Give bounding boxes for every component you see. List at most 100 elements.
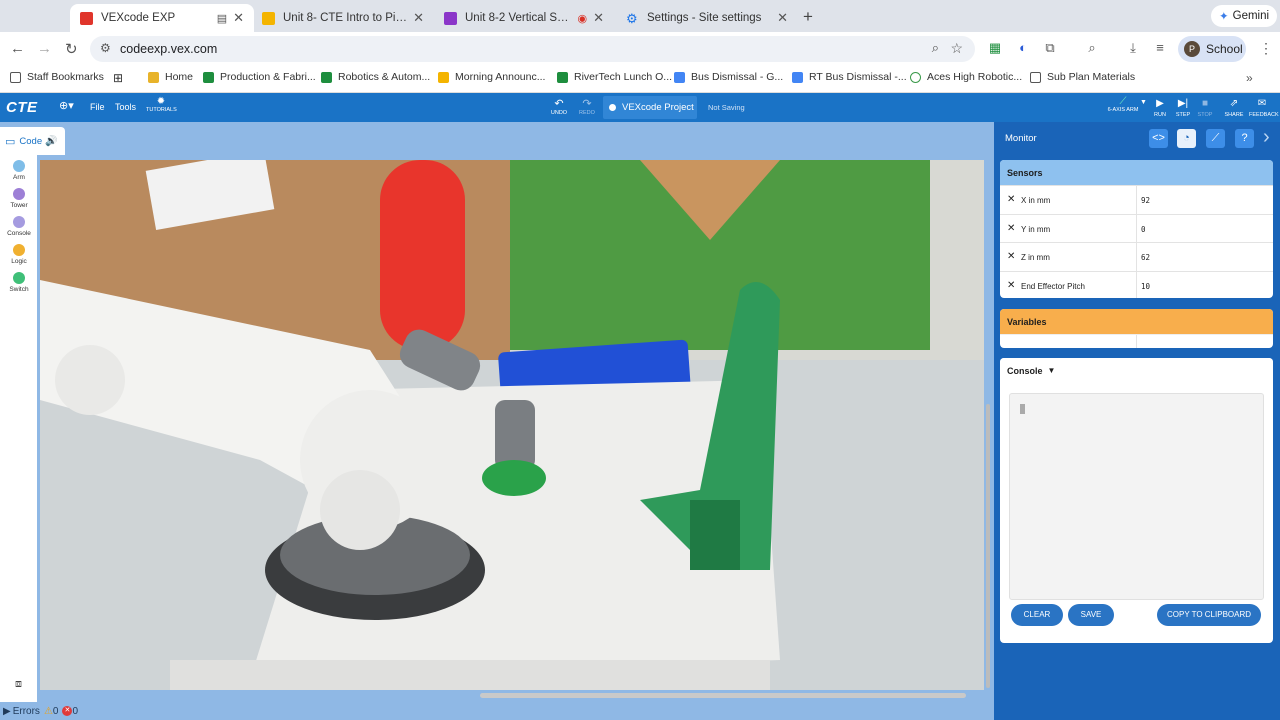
horizontal-scrollbar[interactable] bbox=[480, 693, 966, 698]
category-tower[interactable]: Tower bbox=[4, 188, 34, 209]
screen-search-icon[interactable]: ⌕ bbox=[1084, 40, 1100, 56]
tab-title: Unit 8-2 Vertical Shelving bbox=[465, 12, 573, 24]
bookmark-star-icon[interactable]: ☆ bbox=[950, 40, 963, 57]
vpn-extension-icon[interactable]: ◐ bbox=[1015, 40, 1031, 56]
category-label: Logic bbox=[11, 258, 27, 265]
warning-icon: ⚠ bbox=[43, 705, 53, 717]
reader-mode-icon[interactable]: ▤ bbox=[217, 12, 227, 25]
category-arm[interactable]: Arm bbox=[4, 160, 34, 181]
browser-menu-icon[interactable]: ⋮ bbox=[1259, 40, 1273, 57]
tab-unit-8-cte[interactable]: Unit 8- CTE Intro to Pitch, Ro ✕ bbox=[252, 4, 434, 32]
sensor-row: ✕ Z in mm 62 bbox=[1000, 242, 1273, 272]
help-icon[interactable]: ? bbox=[1235, 129, 1254, 148]
file-menu[interactable]: File bbox=[90, 102, 105, 112]
code-tab[interactable]: ▭ Code 🔊 bbox=[0, 127, 65, 155]
device-label: 6-AXIS ARM bbox=[1107, 107, 1139, 113]
remove-sensor-icon[interactable]: ✕ bbox=[1007, 280, 1015, 291]
switch-category-dot bbox=[13, 272, 25, 284]
tab-unit-8-2[interactable]: Unit 8-2 Vertical Shelving ◉ ✕ bbox=[434, 4, 614, 32]
omnibox[interactable]: ⚙ codeexp.vex.com ⌕ ☆ bbox=[90, 36, 975, 62]
bookmark-morning-announcements[interactable]: Morning Announc... bbox=[438, 71, 545, 83]
tools-menu[interactable]: Tools bbox=[115, 102, 136, 112]
close-tab-icon[interactable]: ✕ bbox=[233, 10, 244, 26]
clear-button[interactable]: CLEAR bbox=[1011, 604, 1063, 626]
avatar: P bbox=[1184, 41, 1200, 57]
more-bookmarks-icon[interactable]: » bbox=[1246, 71, 1253, 85]
remove-sensor-icon[interactable]: ✕ bbox=[1007, 194, 1015, 205]
expand-errors-icon[interactable]: ▶ bbox=[3, 706, 11, 717]
vexcode-toolbar: CTE ⊕▾ File Tools ✹ TUTORIALS ↶ UNDO ↷ R… bbox=[0, 93, 1280, 122]
bookmark-staff-bookmarks[interactable]: Staff Bookmarks bbox=[10, 71, 104, 83]
home-icon bbox=[148, 71, 159, 83]
new-tab-button[interactable]: + bbox=[803, 7, 813, 27]
profile-button[interactable]: P School bbox=[1178, 36, 1246, 62]
extensions-button[interactable]: ⧈ bbox=[0, 672, 37, 702]
share-button[interactable]: ⇗ SHARE bbox=[1222, 96, 1246, 118]
run-button[interactable]: ▶ RUN bbox=[1148, 96, 1172, 118]
console-dropdown-icon: ▼ bbox=[1047, 366, 1056, 375]
category-switch[interactable]: Switch bbox=[4, 272, 34, 293]
step-button[interactable]: ▶| STEP bbox=[1171, 96, 1195, 118]
bookmark-rt-bus-dismissal[interactable]: RT Bus Dismissal -... bbox=[792, 71, 907, 83]
close-tab-icon[interactable]: ✕ bbox=[413, 10, 424, 26]
bookmark-robotics[interactable]: Robotics & Autom... bbox=[321, 71, 430, 83]
save-button[interactable]: SAVE bbox=[1068, 604, 1114, 626]
category-console[interactable]: Console bbox=[4, 216, 34, 237]
speaker-icon[interactable]: 🔊 bbox=[45, 136, 57, 147]
back-icon[interactable]: ← bbox=[10, 40, 25, 57]
remove-sensor-icon[interactable]: ✕ bbox=[1007, 223, 1015, 234]
site-info-icon[interactable]: ⚙ bbox=[100, 41, 111, 55]
vertical-scrollbar[interactable] bbox=[986, 404, 990, 688]
run-label: RUN bbox=[1154, 112, 1166, 118]
sheet-icon bbox=[557, 71, 568, 83]
device-button[interactable]: ⟋ 6-AXIS ARM bbox=[1106, 96, 1140, 113]
undo-button[interactable]: ↶ UNDO bbox=[549, 97, 569, 116]
sheets-extension-icon[interactable]: ▦ bbox=[987, 40, 1003, 56]
close-tab-icon[interactable]: ✕ bbox=[593, 10, 604, 26]
extensions-icon[interactable]: ⧉ bbox=[1042, 40, 1058, 56]
errors-bar[interactable]: ▶ Errors ⚠ 0 ✕ 0 bbox=[0, 702, 994, 720]
tower-category-dot bbox=[13, 188, 25, 200]
bookmark-sub-plan[interactable]: Sub Plan Materials bbox=[1030, 71, 1135, 83]
apps-grid-icon[interactable]: ⊞ bbox=[113, 71, 123, 85]
copy-to-clipboard-button[interactable]: COPY TO CLIPBOARD bbox=[1157, 604, 1261, 626]
tutorials-button[interactable]: ✹ TUTORIALS bbox=[146, 96, 177, 113]
device-dropdown-icon[interactable]: ▼ bbox=[1140, 99, 1147, 106]
doc-icon bbox=[792, 71, 803, 83]
media-controls-icon[interactable]: ≡ bbox=[1152, 40, 1168, 56]
bookmark-label: Bus Dismissal - G... bbox=[691, 71, 784, 83]
remove-sensor-icon[interactable]: ✕ bbox=[1007, 251, 1015, 262]
download-icon[interactable]: ⤓ bbox=[1125, 40, 1141, 56]
stop-button[interactable]: ■ STOP bbox=[1193, 96, 1217, 118]
console-header[interactable]: Console ▼ bbox=[1000, 358, 1273, 383]
project-name-button[interactable]: VEXcode Project bbox=[603, 96, 697, 119]
bookmark-bus-dismissal[interactable]: Bus Dismissal - G... bbox=[674, 71, 783, 83]
errors-label: Errors bbox=[12, 705, 40, 717]
zoom-icon[interactable]: ⌕ bbox=[932, 40, 939, 56]
bookmark-rivertech-lunch[interactable]: RiverTech Lunch O... bbox=[557, 71, 672, 83]
category-logic[interactable]: Logic bbox=[4, 244, 34, 265]
reload-icon[interactable]: ↻ bbox=[65, 40, 78, 58]
folder-icon bbox=[10, 71, 21, 83]
bookmark-home[interactable]: Home bbox=[148, 71, 193, 83]
feedback-label: FEEDBACK bbox=[1249, 112, 1279, 118]
tab-settings[interactable]: ⚙ Settings - Site settings ✕ bbox=[616, 4, 798, 32]
close-tab-icon[interactable]: ✕ bbox=[777, 10, 788, 26]
redo-button[interactable]: ↷ REDO bbox=[577, 97, 597, 116]
bookmark-production[interactable]: Production & Fabri... bbox=[203, 71, 316, 83]
language-globe-icon[interactable]: ⊕▾ bbox=[59, 99, 74, 112]
collapse-panel-icon[interactable]: › bbox=[1263, 126, 1270, 149]
dashboard-icon[interactable]: ◔ bbox=[1177, 129, 1196, 148]
url-text[interactable]: codeexp.vex.com bbox=[120, 42, 217, 56]
gemini-button[interactable]: ✦ Gemini bbox=[1211, 5, 1278, 27]
tab-vexcode-exp[interactable]: VEXcode EXP ▤ ✕ bbox=[70, 4, 254, 32]
feedback-button[interactable]: ✉ FEEDBACK bbox=[1249, 96, 1279, 118]
code-view-icon[interactable]: <> bbox=[1149, 129, 1168, 148]
sensor-row: ✕ X in mm 92 bbox=[1000, 185, 1273, 214]
forward-icon[interactable]: → bbox=[37, 40, 52, 57]
tab-title: Unit 8- CTE Intro to Pitch, Ro bbox=[283, 12, 407, 24]
console-output[interactable] bbox=[1009, 393, 1264, 600]
arm-position-icon[interactable]: ⟋ bbox=[1206, 129, 1225, 148]
bookmark-aces-high[interactable]: Aces High Robotic... bbox=[910, 71, 1022, 83]
bookmark-label: RT Bus Dismissal -... bbox=[809, 71, 907, 83]
